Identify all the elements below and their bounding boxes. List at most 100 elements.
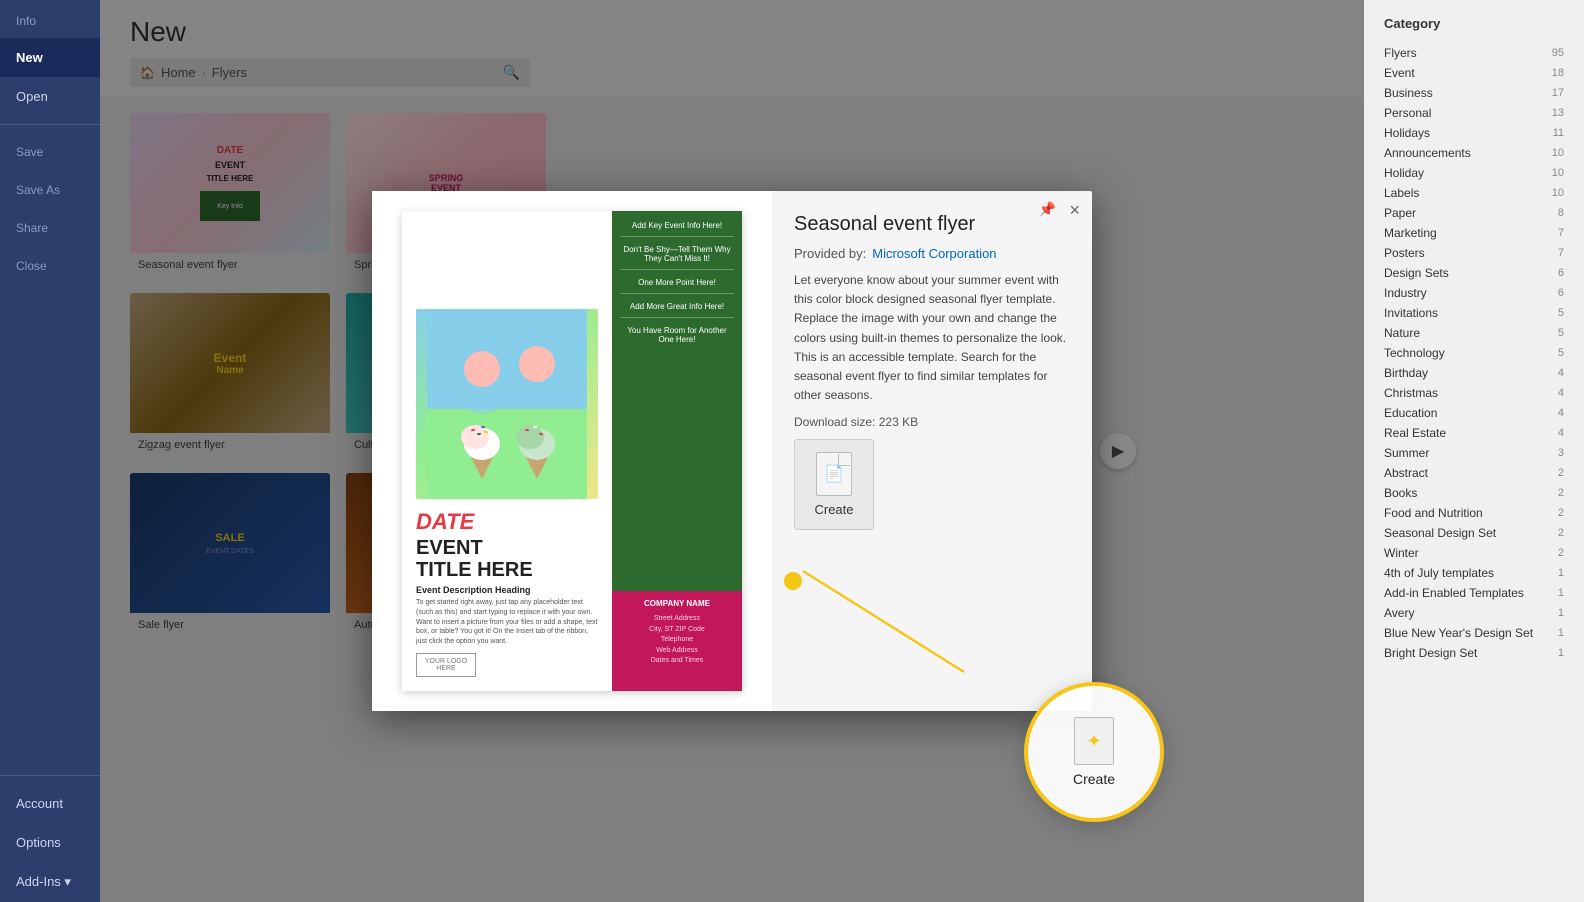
modal-preview: DATE EVENT TITLE HERE Event Description … [372,191,772,711]
category-name: Birthday [1384,366,1428,380]
category-count: 4 [1558,367,1564,379]
create-doc-icon: 📄 [816,452,852,496]
flyer-key-item-5: You Have Room for Another One Here! [620,326,734,350]
category-item-bright-design-set[interactable]: Bright Design Set1 [1384,643,1564,663]
flyer-key-item-4: Add More Great Info Here! [620,302,734,318]
category-item-announcements[interactable]: Announcements10 [1384,143,1564,163]
flyer-desc-heading: Event Description Heading [416,585,598,595]
sidebar-item-close[interactable]: Close [0,247,100,285]
category-name: Food and Nutrition [1384,506,1483,520]
category-name: Education [1384,406,1437,420]
category-count: 10 [1552,187,1564,199]
category-item-4th-of-july-templates[interactable]: 4th of July templates 1 [1384,563,1564,583]
category-name: Holiday [1384,166,1424,180]
category-panel-title: Category [1384,16,1564,31]
category-item-winter[interactable]: Winter2 [1384,543,1564,563]
category-name: Marketing [1384,226,1437,240]
category-item-education[interactable]: Education4 [1384,403,1564,423]
category-count: 17 [1552,87,1564,99]
category-name: Winter [1384,546,1419,560]
category-item-labels[interactable]: Labels10 [1384,183,1564,203]
category-count: 7 [1558,247,1564,259]
category-item-real-estate[interactable]: Real Estate4 [1384,423,1564,443]
category-item-avery[interactable]: Avery1 [1384,603,1564,623]
modal-info-panel: Seasonal event flyer Provided by: Micros… [772,191,1092,711]
category-count: 5 [1558,307,1564,319]
category-name: Blue New Year's Design Set [1384,626,1533,640]
category-item-design-sets[interactable]: Design Sets 6 [1384,263,1564,283]
sidebar-item-account[interactable]: Account [0,784,100,823]
modal-dialog: × 📌 [372,191,1092,711]
category-item-christmas[interactable]: Christmas4 [1384,383,1564,403]
category-item-invitations[interactable]: Invitations 5 [1384,303,1564,323]
flyer-key-item-3: One More Point Here! [620,278,734,294]
modal-close-button[interactable]: × [1069,201,1080,219]
category-item-holiday[interactable]: Holiday10 [1384,163,1564,183]
flyer-date: DATE [416,509,598,535]
category-name: Books [1384,486,1417,500]
sidebar-item-save-as[interactable]: Save As [0,171,100,209]
category-item-event[interactable]: Event 18 [1384,63,1564,83]
category-item-paper[interactable]: Paper 8 [1384,203,1564,223]
sidebar-item-options[interactable]: Options [0,823,100,862]
category-item-posters[interactable]: Posters7 [1384,243,1564,263]
category-item-business[interactable]: Business17 [1384,83,1564,103]
flyer-key-item-1: Add Key Event Info Here! [620,221,734,237]
modal-backdrop[interactable]: × 📌 [100,0,1364,902]
category-name: Industry [1384,286,1427,300]
category-count: 95 [1552,47,1564,59]
category-item-nature[interactable]: Nature5 [1384,323,1564,343]
category-name: Abstract [1384,466,1428,480]
flyer-right-col: Add Key Event Info Here! Don't Be Shy—Te… [612,211,742,691]
category-item-personal[interactable]: Personal13 [1384,103,1564,123]
category-count: 3 [1558,447,1564,459]
category-name: 4th of July templates [1384,566,1494,580]
category-count: 8 [1558,207,1564,219]
category-item-technology[interactable]: Technology5 [1384,343,1564,363]
category-item-abstract[interactable]: Abstract2 [1384,463,1564,483]
category-name: Paper [1384,206,1416,220]
category-item-seasonal-design-set[interactable]: Seasonal Design Set2 [1384,523,1564,543]
sidebar-item-new[interactable]: New [0,38,100,77]
category-count: 18 [1552,67,1564,79]
flyer-logo: YOUR LOGO HERE [416,653,476,677]
modal-download-size: Download size: 223 KB [794,415,1070,429]
flyer-event-title: EVENT TITLE HERE [416,537,598,581]
category-name: Invitations [1384,306,1438,320]
category-name: Design Sets [1384,266,1449,280]
sidebar-item-add-ins[interactable]: Add-Ins ▾ [0,862,100,902]
callout-star-icon: ✦ [1086,731,1101,752]
category-item-birthday[interactable]: Birthday 4 [1384,363,1564,383]
category-count: 1 [1558,627,1564,639]
category-count: 6 [1558,267,1564,279]
category-item-food-and-nutrition[interactable]: Food and Nutrition 2 [1384,503,1564,523]
flyer-desc: To get started right away, just tap any … [416,598,598,647]
sidebar-item-open[interactable]: Open [0,77,100,116]
category-item-blue-new-year's-design-set[interactable]: Blue New Year's Design Set 1 [1384,623,1564,643]
modal-create-button[interactable]: 📄 Create [794,439,874,530]
category-item-flyers[interactable]: Flyers 95 [1384,43,1564,63]
modal-provider-link[interactable]: Microsoft Corporation [872,246,996,261]
category-item-books[interactable]: Books2 [1384,483,1564,503]
category-count: 6 [1558,287,1564,299]
category-item-holidays[interactable]: Holidays11 [1384,123,1564,143]
category-item-industry[interactable]: Industry 6 [1384,283,1564,303]
sidebar-item-save[interactable]: Save [0,133,100,171]
sidebar-item-share[interactable]: Share [0,209,100,247]
category-item-summer[interactable]: Summer3 [1384,443,1564,463]
category-name: Flyers [1384,46,1417,60]
flyer-contact-details: Street AddressCity, ST ZIP CodeTelephone… [620,614,734,667]
category-count: 13 [1552,107,1564,119]
category-name: Holidays [1384,126,1430,140]
modal-body: DATE EVENT TITLE HERE Event Description … [372,191,1092,711]
flyer-key-info: Add Key Event Info Here! Don't Be Shy—Te… [612,211,742,591]
flyer-key-item-2: Don't Be Shy—Tell Them Why They Can't Mi… [620,245,734,270]
category-count: 5 [1558,327,1564,339]
modal-pin-button[interactable]: 📌 [1039,201,1056,218]
category-name: Event [1384,66,1415,80]
category-count: 1 [1558,567,1564,579]
main-content: New 🏠 Home › Flyers 🔍 DATE EVENT TITLE H… [100,0,1364,902]
category-item-marketing[interactable]: Marketing7 [1384,223,1564,243]
category-count: 2 [1558,507,1564,519]
category-item-add-in-enabled-templates[interactable]: Add-in Enabled Templates1 [1384,583,1564,603]
